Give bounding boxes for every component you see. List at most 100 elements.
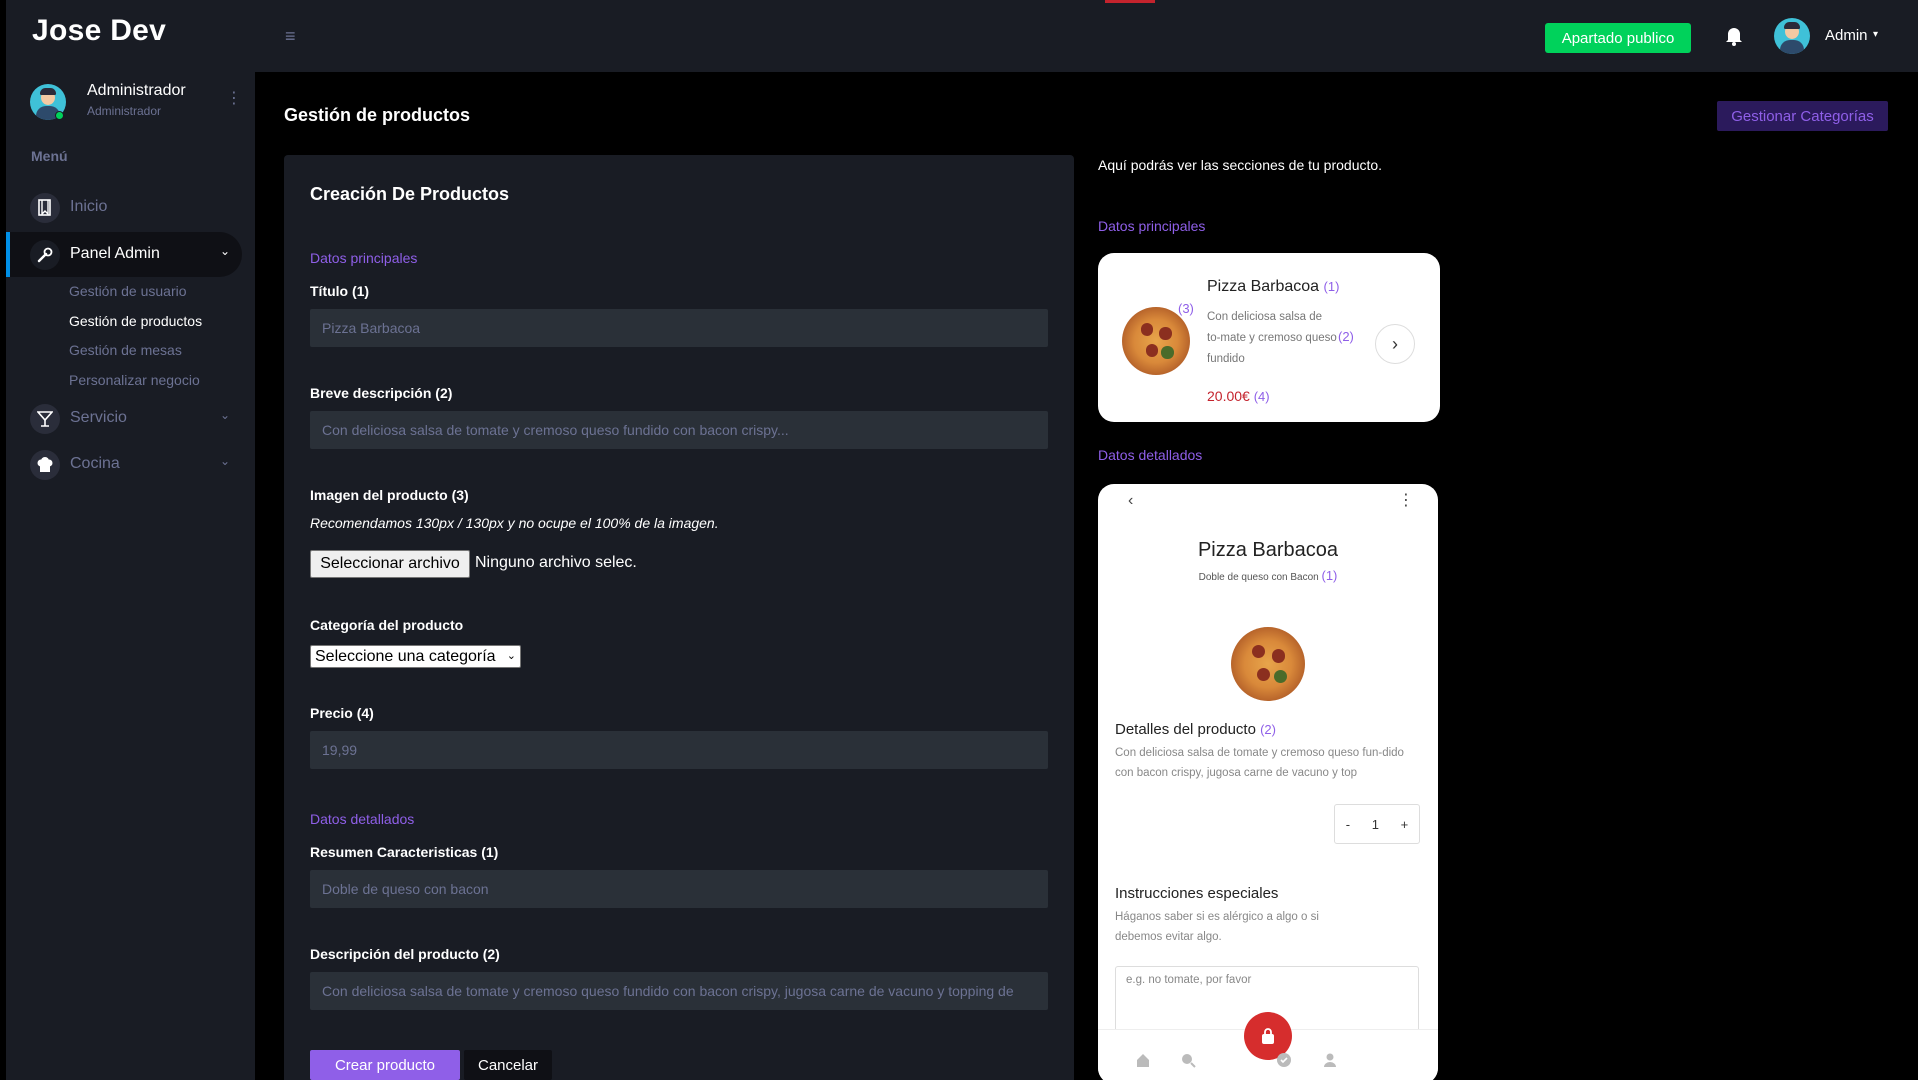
sidebar-subitem-usuarios[interactable]: Gestión de usuario: [69, 283, 187, 299]
price-marker: (4): [1253, 389, 1270, 404]
pizza-image: [1122, 307, 1190, 375]
phone-subtitle-text: Doble de queso con Bacon: [1198, 572, 1319, 583]
chevron-down-icon: ⌄: [219, 408, 230, 422]
chevron-down-icon: ⌄: [219, 244, 230, 258]
title-marker: (1): [1323, 279, 1340, 294]
home-icon: [1133, 1050, 1153, 1070]
avatar[interactable]: [30, 84, 66, 120]
sidebar: Jose Dev Administrador Administrador ⋮ M…: [6, 0, 255, 1080]
preview-card-title-text: Pizza Barbacoa: [1207, 278, 1320, 295]
sidebar-item-label: Inicio: [70, 198, 108, 215]
details-marker: (2): [1260, 722, 1276, 737]
section-detail-label: Datos detallados: [310, 811, 415, 827]
sidebar-item-inicio[interactable]: Inicio: [6, 185, 242, 230]
back-arrow-icon: ‹: [1128, 492, 1134, 509]
phone-instructions-heading: Instrucciones especiales: [1115, 885, 1279, 902]
quantity-stepper: - 1 +: [1334, 804, 1420, 844]
hamburger-menu-icon[interactable]: ≡: [285, 26, 296, 47]
description-input[interactable]: Con deliciosa salsa de tomate y cremoso …: [310, 972, 1048, 1010]
kebab-menu-icon: ⋮: [1398, 492, 1414, 509]
page-title: Gestión de productos: [284, 105, 471, 125]
qty-plus: +: [1400, 816, 1409, 832]
section-main-label: Datos principales: [310, 250, 418, 266]
preview-intro: Aquí podrás ver las secciones de tu prod…: [1098, 157, 1383, 173]
preview-detail-label: Datos detallados: [1098, 447, 1203, 463]
sidebar-item-servicio[interactable]: Servicio ⌄: [6, 396, 242, 441]
chevron-down-icon: ⌄: [219, 454, 230, 468]
user-menu-label[interactable]: Admin: [1825, 27, 1868, 44]
sidebar-item-label: Panel Admin: [70, 245, 160, 262]
short-description-input[interactable]: Con deliciosa salsa de tomate y cremoso …: [310, 411, 1048, 449]
wrench-icon: [30, 240, 60, 270]
check-badge-icon: [1274, 1050, 1294, 1070]
preview-phone: ‹ ⋮ Pizza Barbacoa Doble de queso con Ba…: [1098, 484, 1438, 1080]
phone-product-subtitle: Doble de queso con Bacon (1): [1098, 568, 1438, 583]
image-hint: Recomendamos 130px / 130px y no ocupe el…: [310, 515, 719, 531]
online-status-dot: [55, 111, 64, 120]
manage-categories-button[interactable]: Gestionar Categorías: [1717, 101, 1888, 131]
category-label: Categoría del producto: [310, 617, 464, 633]
desc-marker: (2): [1338, 329, 1354, 344]
phone-product-title: Pizza Barbacoa: [1197, 539, 1339, 561]
menu-title: Menú: [31, 148, 68, 164]
phone-details-heading: Detalles del producto (2): [1115, 721, 1276, 738]
bookmark-icon: [30, 193, 60, 223]
preview-card-price-value: 20.00€: [1207, 388, 1250, 404]
image-marker: (3): [1178, 301, 1194, 316]
preview-card-desc: Con deliciosa salsa de to-mate y cremoso…: [1207, 311, 1337, 365]
pizza-image: [1231, 627, 1305, 701]
preview-main-label: Datos principales: [1098, 218, 1206, 234]
image-label: Imagen del producto (3): [310, 487, 469, 503]
category-select-value: Seleccione una categoría: [315, 647, 496, 665]
sidebar-subitem-mesas[interactable]: Gestión de mesas: [69, 342, 182, 358]
file-status: Ninguno archivo selec.: [475, 554, 637, 571]
cancel-button[interactable]: Cancelar: [464, 1050, 552, 1080]
user-icon: [1320, 1050, 1340, 1070]
title-label: Título (1): [310, 283, 370, 299]
topbar-accent-line: [1105, 0, 1155, 3]
preview-card-title: Pizza Barbacoa (1): [1207, 278, 1339, 296]
sidebar-item-panel-admin[interactable]: Panel Admin ⌄: [6, 232, 242, 277]
qty-minus: -: [1345, 816, 1351, 832]
kebab-menu-icon[interactable]: ⋮: [226, 88, 242, 108]
select-file-button[interactable]: Seleccionar archivo: [310, 550, 470, 578]
profile-name: Administrador: [87, 82, 186, 99]
chef-hat-icon: [30, 450, 60, 480]
profile-role: Administrador: [87, 104, 162, 118]
phone-details-heading-text: Detalles del producto: [1115, 721, 1256, 738]
brand-logo[interactable]: Jose Dev: [32, 14, 166, 48]
phone-details-text: Con deliciosa salsa de tomate y cremoso …: [1115, 747, 1404, 779]
subtitle-marker: (1): [1321, 568, 1338, 583]
price-input[interactable]: 19,99: [310, 731, 1048, 769]
chevron-right-icon: ›: [1375, 324, 1415, 364]
summary-label: Resumen Caracteristicas (1): [310, 844, 499, 860]
summary-input[interactable]: Doble de queso con bacon: [310, 870, 1048, 908]
category-select[interactable]: Seleccione una categoría ⌄: [310, 645, 521, 668]
search-icon: [1178, 1050, 1198, 1070]
user-avatar[interactable]: [1774, 18, 1810, 54]
caret-down-icon[interactable]: ▾: [1873, 29, 1878, 40]
public-section-button[interactable]: Apartado publico: [1545, 23, 1691, 53]
chevron-down-icon: ⌄: [506, 650, 516, 662]
create-product-button[interactable]: Crear producto: [310, 1050, 460, 1080]
phone-instructions-text: Háganos saber si es alérgico a algo o si…: [1115, 911, 1319, 943]
preview-product-card: (3) Pizza Barbacoa (1) Con deliciosa sal…: [1098, 253, 1440, 422]
form-title: Creación De Productos: [310, 184, 510, 204]
sidebar-item-label: Servicio: [70, 409, 127, 426]
preview-card-price: 20.00€ (4): [1207, 388, 1270, 404]
sidebar-item-label: Cocina: [70, 455, 120, 472]
title-input[interactable]: Pizza Barbacoa: [310, 309, 1048, 347]
bell-icon[interactable]: [1723, 24, 1745, 48]
product-form-card: Creación De Productos Datos principales …: [284, 155, 1074, 1080]
sidebar-profile: Administrador Administrador ⋮: [30, 82, 242, 126]
description-label: Descripción del producto (2): [310, 946, 500, 962]
phone-bottom-nav: [1098, 1012, 1438, 1080]
sidebar-subitem-negocio[interactable]: Personalizar negocio: [69, 372, 200, 388]
price-label: Precio (4): [310, 705, 374, 721]
sidebar-item-cocina[interactable]: Cocina ⌄: [6, 442, 242, 487]
short-description-label: Breve descripción (2): [310, 385, 453, 401]
cocktail-icon: [30, 404, 60, 434]
qty-value: 1: [1371, 816, 1379, 832]
sidebar-subitem-productos[interactable]: Gestión de productos: [69, 313, 202, 329]
topbar: ≡ Apartado publico Admin ▾: [255, 0, 1918, 72]
